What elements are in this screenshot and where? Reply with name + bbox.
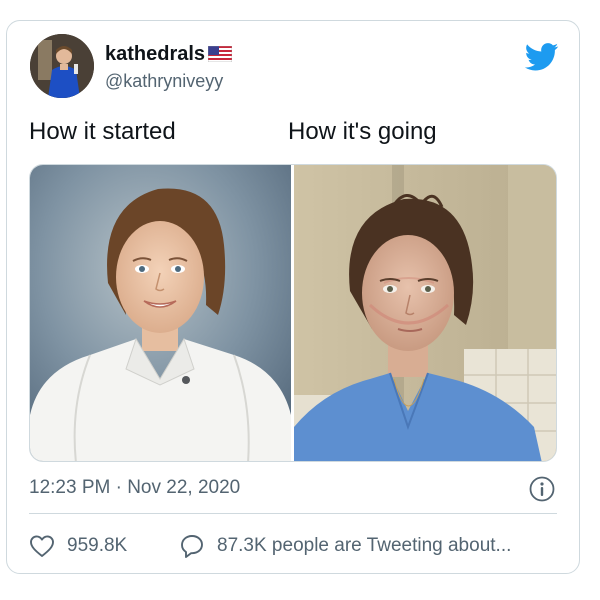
tweeting-about-text: 87.3K people are Tweeting about... [217, 535, 512, 556]
heart-icon [30, 535, 54, 557]
tweet-timestamp[interactable]: 12:23 PM · Nov 22, 2020 [29, 477, 240, 499]
caption-how-its-going: How it's going [288, 118, 437, 145]
caption-how-it-started: How it started [29, 118, 176, 145]
us-flag-icon [207, 45, 233, 68]
divider [29, 513, 557, 514]
display-name-text: kathedrals [105, 43, 206, 65]
tweeting-about-link[interactable]: 87.3K people are Tweeting about... [179, 533, 511, 559]
likes-count: 959.8K [67, 535, 128, 556]
portrait-photo-after[interactable] [294, 165, 557, 462]
like-button[interactable]: 959.8K [29, 533, 127, 559]
info-icon[interactable] [529, 476, 555, 502]
twitter-bird-icon[interactable] [525, 43, 559, 71]
speech-bubble-icon [181, 535, 203, 558]
author-avatar[interactable] [30, 34, 94, 98]
portrait-photo-before[interactable] [30, 165, 291, 462]
author-handle[interactable]: @kathryniveyy [105, 71, 223, 92]
author-display-name[interactable]: kathedrals [105, 43, 233, 68]
tweet-media[interactable] [29, 164, 557, 462]
tweet-card[interactable]: kathedrals @kathryniveyy How it started … [6, 20, 580, 574]
